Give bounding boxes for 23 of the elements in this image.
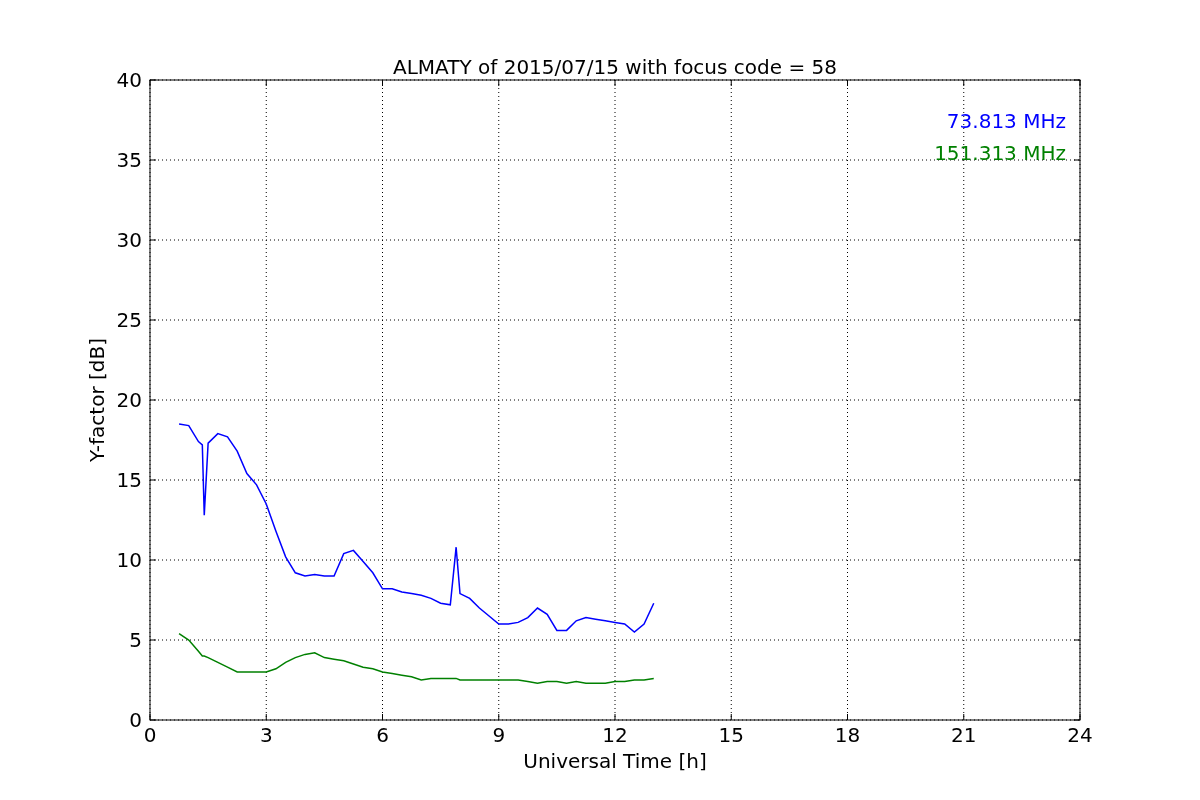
y-tick-label: 35 — [116, 148, 142, 172]
x-tick-label: 0 — [143, 723, 157, 747]
y-tick-label: 40 — [116, 68, 142, 92]
y-tick-label: 30 — [116, 228, 142, 252]
x-tick-label: 9 — [492, 723, 506, 747]
x-axis-label: Universal Time [h] — [523, 749, 707, 773]
x-tick-label: 6 — [376, 723, 389, 747]
x-tick-label: 24 — [1067, 723, 1093, 747]
y-tick-label: 0 — [129, 708, 142, 732]
x-tick-label: 3 — [259, 723, 273, 747]
y-axis-label: Y-factor [dB] — [85, 338, 109, 462]
legend-label: 151.313 MHz — [934, 141, 1066, 165]
chart-title: ALMATY of 2015/07/15 with focus code = 58 — [393, 55, 837, 79]
y-tick-label: 25 — [116, 308, 142, 332]
x-tick-label: 21 — [951, 723, 977, 747]
y-tick-label: 5 — [129, 628, 142, 652]
y-tick-label: 20 — [116, 388, 142, 412]
x-tick-label: 18 — [834, 723, 861, 747]
y-tick-label: 15 — [116, 468, 142, 492]
legend-label: 73.813 MHz — [946, 109, 1066, 133]
x-tick-label: 12 — [602, 723, 628, 747]
y-tick-label: 10 — [116, 548, 142, 572]
x-tick-label: 15 — [718, 723, 744, 747]
